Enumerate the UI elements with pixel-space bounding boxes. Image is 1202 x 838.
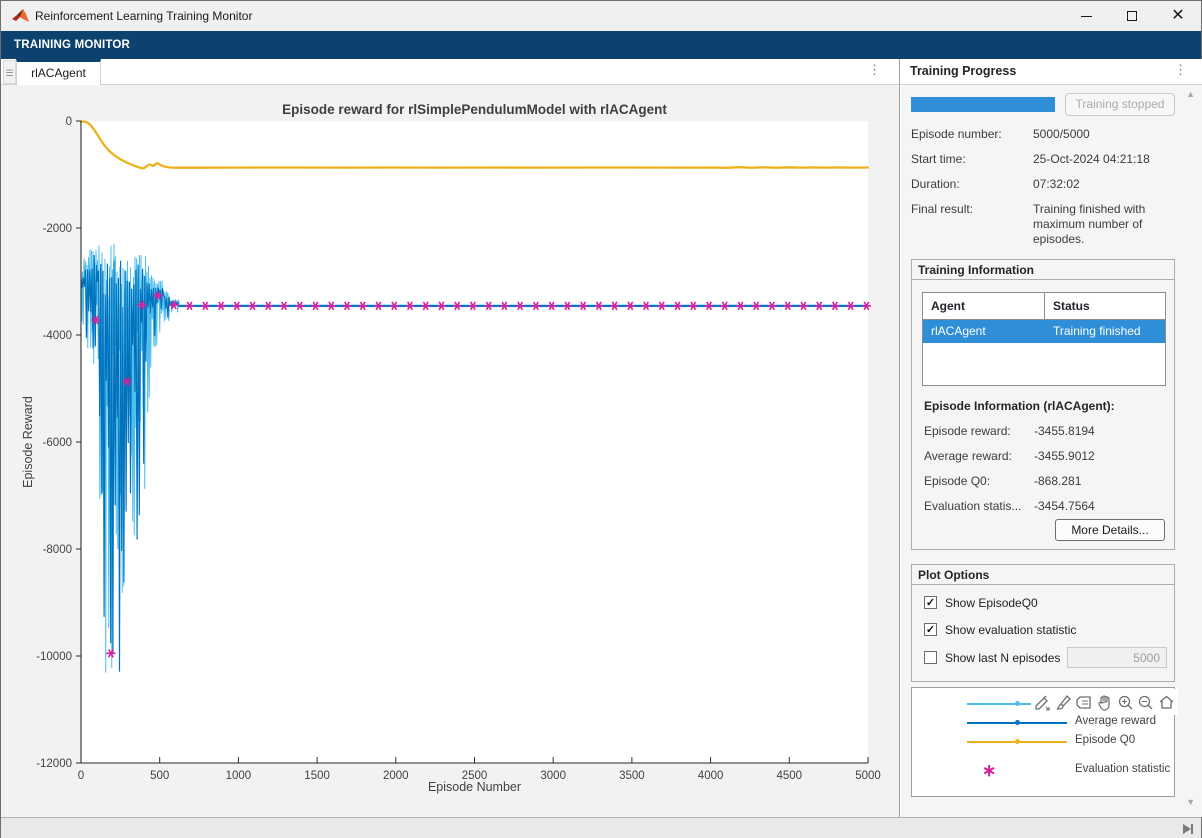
- svg-text:-2000: -2000: [43, 223, 72, 235]
- column-header-status: Status: [1045, 293, 1090, 319]
- legend-dot-swatch: [1015, 720, 1020, 725]
- agent-cell: rlACAgent: [923, 320, 1045, 343]
- zoom-out-icon[interactable]: [1136, 692, 1155, 712]
- checkbox-icon: [924, 651, 937, 664]
- maximize-icon: [1127, 11, 1137, 21]
- episode-reward-label: Episode reward:: [924, 424, 1011, 438]
- axes-toolbar: [1031, 689, 1178, 715]
- training-stopped-button[interactable]: Training stopped: [1065, 93, 1175, 116]
- maximize-button[interactable]: [1109, 1, 1155, 31]
- window-title: Reinforcement Learning Training Monitor: [35, 1, 252, 31]
- svg-text:-8000: -8000: [43, 544, 72, 556]
- duration-value: 07:32:02: [1033, 177, 1175, 192]
- chart-x-axis-label: Episode Number: [81, 780, 868, 794]
- svg-text:-12000: -12000: [36, 758, 72, 770]
- svg-text:-4000: -4000: [43, 330, 72, 342]
- close-button[interactable]: ✕: [1155, 1, 1201, 31]
- final-result-value: Training finished with maximum number of…: [1033, 202, 1175, 246]
- svg-text:0: 0: [66, 116, 72, 128]
- reward-chart[interactable]: 0-2000-4000-6000-8000-10000-120000500100…: [1, 85, 900, 817]
- training-progress-bar: [911, 97, 1055, 112]
- legend-dot-swatch: [1015, 701, 1020, 706]
- final-result-label: Final result:: [911, 202, 973, 216]
- column-header-agent: Agent: [923, 293, 1045, 319]
- restore-view-icon[interactable]: [1157, 692, 1176, 712]
- average-reward-value: -3455.9012: [1034, 449, 1095, 463]
- checkbox-label: Show EpisodeQ0: [945, 596, 1038, 610]
- legend-item-episode-q0[interactable]: Episode Q0: [912, 734, 1174, 750]
- legend-asterisk-swatch: ∗: [982, 761, 996, 781]
- checkbox-label: Show evaluation statistic: [945, 623, 1076, 637]
- evaluation-statistic-value: -3454.7564: [1034, 499, 1095, 513]
- panel-scroll-down-icon[interactable]: ▼: [1186, 797, 1195, 807]
- matlab-logo-icon: [12, 8, 30, 24]
- table-header-row: Agent Status: [923, 293, 1165, 320]
- episode-reward-value: -3455.8194: [1034, 424, 1095, 438]
- tab-grip-handle[interactable]: ☰: [3, 60, 16, 84]
- document-tab-strip: ☰ rlACAgent ⋮: [1, 59, 900, 85]
- more-details-button[interactable]: More Details...: [1055, 519, 1165, 541]
- bottom-scroll-strip[interactable]: [1, 817, 1201, 838]
- tabstrip-overflow-menu-icon[interactable]: ⋮: [868, 62, 881, 78]
- zoom-in-icon[interactable]: [1116, 692, 1135, 712]
- panel-scroll-up-icon[interactable]: ▲: [1186, 89, 1195, 99]
- checkbox-icon: ✓: [924, 623, 937, 636]
- brush-icon[interactable]: [1054, 692, 1073, 712]
- training-progress-panel: ▲ ▼ Training stopped Episode number: 500…: [901, 85, 1202, 817]
- legend-item-average-reward[interactable]: Average reward: [912, 715, 1174, 731]
- svg-text:-6000: -6000: [43, 437, 72, 449]
- chart-document-area: 0-2000-4000-6000-8000-10000-120000500100…: [1, 85, 900, 817]
- training-progress-bar-fill: [911, 97, 1055, 112]
- start-time-label: Start time:: [911, 152, 966, 166]
- datatips-icon[interactable]: [1074, 692, 1093, 712]
- agent-status-table: Agent Status rlACAgent Training finished: [922, 292, 1166, 386]
- panel-title: Training Progress: [910, 59, 1016, 84]
- minimize-icon: [1081, 16, 1092, 17]
- episode-q0-label: Episode Q0:: [924, 474, 990, 488]
- last-n-episodes-input[interactable]: 5000: [1067, 647, 1167, 668]
- checkbox-icon: ✓: [924, 596, 937, 609]
- legend-item-evaluation-statistic[interactable]: ∗ Evaluation statistic: [912, 763, 1174, 779]
- training-progress-panel-header: Training Progress ⋮: [900, 59, 1202, 85]
- episode-number-label: Episode number:: [911, 127, 1002, 141]
- episode-q0-value: -868.281: [1034, 474, 1081, 488]
- training-information-section: Training Information Agent Status rlACAg…: [911, 259, 1175, 550]
- table-row-rlacagent[interactable]: rlACAgent Training finished: [923, 320, 1165, 343]
- plot-options-section: Plot Options ✓ Show EpisodeQ0 ✓ Show eva…: [911, 564, 1175, 682]
- app-window: Reinforcement Learning Training Monitor …: [0, 0, 1202, 838]
- duration-label: Duration:: [911, 177, 960, 191]
- start-time-value: 25-Oct-2024 04:21:18: [1033, 152, 1175, 167]
- panel-options-menu-icon[interactable]: ⋮: [1174, 62, 1187, 78]
- average-reward-label: Average reward:: [924, 449, 1012, 463]
- tab-rlacagent[interactable]: rlACAgent: [16, 59, 101, 85]
- export-icon[interactable]: [1033, 692, 1052, 712]
- chart-y-axis-label: Episode Reward: [21, 387, 35, 497]
- chart-title: Episode reward for rlSimplePendulumModel…: [81, 102, 868, 117]
- svg-text:-10000: -10000: [36, 651, 72, 663]
- title-bar: Reinforcement Learning Training Monitor …: [1, 1, 1201, 31]
- pan-icon[interactable]: [1095, 692, 1114, 712]
- evaluation-statistic-label: Evaluation statis...: [924, 499, 1021, 513]
- close-icon: ✕: [1171, 7, 1184, 24]
- tab-strip-row: ☰ rlACAgent ⋮ Training Progress ⋮: [1, 59, 1201, 85]
- minimize-button[interactable]: [1063, 1, 1109, 31]
- ribbon-tab-training-monitor[interactable]: TRAINING MONITOR: [14, 31, 130, 59]
- episode-number-value: 5000/5000: [1033, 127, 1175, 142]
- scroll-to-end-icon[interactable]: [1181, 822, 1195, 836]
- toolstrip-ribbon: TRAINING MONITOR: [1, 31, 1201, 59]
- checkbox-label: Show last N episodes: [945, 651, 1060, 665]
- legend-dot-swatch: [1015, 739, 1020, 744]
- episode-information-title: Episode Information (rlACAgent):: [924, 399, 1115, 413]
- plot-options-title: Plot Options: [912, 565, 1174, 585]
- training-information-title: Training Information: [912, 260, 1174, 280]
- status-cell: Training finished: [1045, 320, 1141, 343]
